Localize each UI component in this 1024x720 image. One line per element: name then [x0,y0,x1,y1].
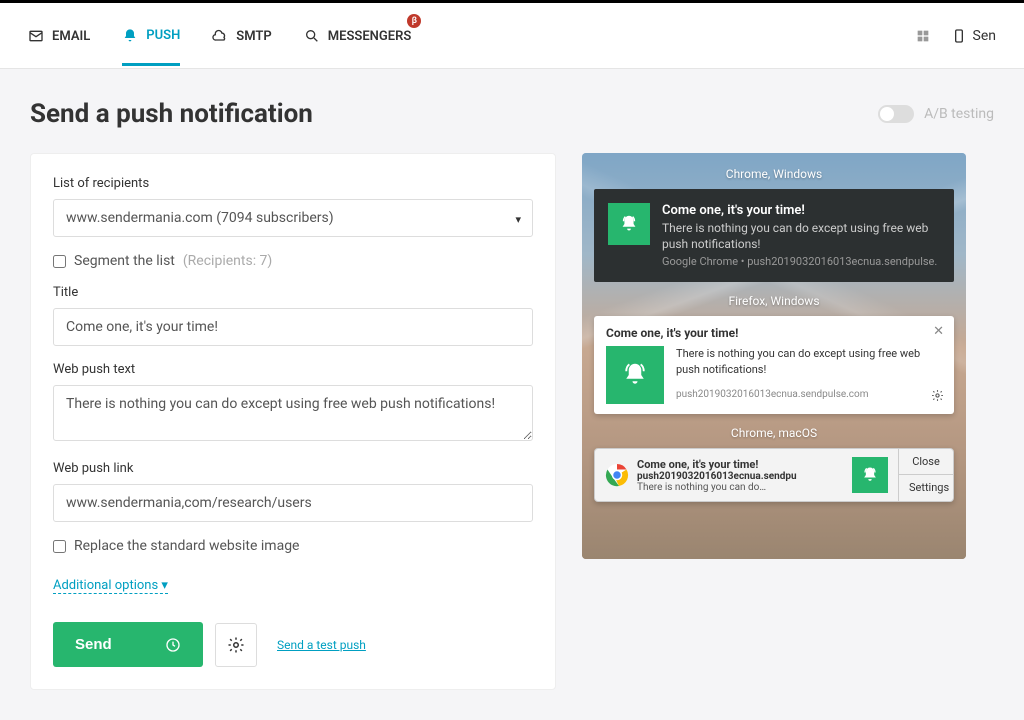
notif-title: Come one, it's your time! [637,458,844,471]
segment-label: Segment the list [74,253,175,269]
firefox-win-label: Firefox, Windows [594,294,954,308]
tab-email[interactable]: EMAIL [28,8,90,63]
bell-icon [122,28,138,44]
replace-image-checkbox[interactable] [53,540,66,553]
notif-icon [852,457,888,493]
additional-options-link[interactable]: Additional options ▾ [53,578,168,594]
notif-source: Google Chrome • push2019032016013ecnua.s… [662,255,940,268]
close-button[interactable]: Close [899,449,953,475]
tab-messengers[interactable]: MESSENGERS β [304,8,412,63]
email-icon [28,28,44,44]
segment-checkbox[interactable] [53,255,66,268]
send-button[interactable]: Send [53,622,203,667]
tab-push[interactable]: PUSH [122,8,180,66]
gear-button[interactable] [215,623,257,667]
title-input[interactable] [53,308,533,346]
mobile-icon [951,28,967,44]
clock-icon [165,637,181,653]
gear-icon[interactable] [931,389,944,406]
cloud-icon [212,28,228,44]
tab-label: PUSH [146,28,180,43]
link-label: Web push link [53,461,533,476]
ab-testing-toggle[interactable]: A/B testing [878,105,994,123]
gift-icon[interactable] [915,28,931,44]
replace-image-label: Replace the standard website image [74,538,299,554]
recipients-label: List of recipients [53,176,533,191]
chrome-mac-label: Chrome, macOS [594,426,954,440]
magnify-icon [304,28,320,44]
notif-body: There is nothing you can do except using… [676,346,942,377]
gear-icon [227,636,245,654]
nav-mobile-item[interactable]: Sen [951,28,996,44]
notif-icon [606,346,664,404]
tab-label: SMTP [236,29,271,44]
segment-suffix: (Recipients: 7) [183,253,272,269]
notif-title: Come one, it's your time! [606,326,942,340]
tab-smtp[interactable]: SMTP [212,8,271,63]
notif-source: push2019032016013ecnua.sendpu [637,471,844,482]
send-label: Send [75,636,112,653]
chrome-mac-preview: Come one, it's your time! push2019032016… [594,448,954,502]
text-label: Web push text [53,362,533,377]
nav-sen-label: Sen [973,28,996,44]
form-panel: List of recipients www.sendermania.com (… [30,153,556,690]
notif-body: There is nothing you can do… [637,482,844,493]
test-push-link[interactable]: Send a test push [277,638,366,652]
preview-panel: Chrome, Windows Come one, it's your time… [582,153,966,559]
link-input[interactable] [53,484,533,522]
text-textarea[interactable]: There is nothing you can do except using… [53,385,533,441]
firefox-win-preview: Come one, it's your time! ✕ There is not… [594,316,954,414]
chrome-icon [605,463,629,487]
recipients-select[interactable]: www.sendermania.com (7094 subscribers) [53,199,533,237]
top-nav: EMAIL PUSH SMTP MESSENGERS β Sen [0,3,1024,69]
chrome-win-label: Chrome, Windows [594,167,954,181]
notif-icon [608,203,650,245]
notif-source: push2019032016013ecnua.sendpulse.com [676,389,942,400]
chrome-win-preview: Come one, it's your time! There is nothi… [594,189,954,282]
title-label: Title [53,285,533,300]
toggle-switch [878,105,914,123]
caret-down-icon: ▾ [515,213,521,226]
settings-button[interactable]: Settings [899,475,953,500]
tab-label: MESSENGERS [328,29,412,44]
ab-label: A/B testing [924,106,994,122]
tab-label: EMAIL [52,29,90,44]
page-title: Send a push notification [30,99,313,129]
close-icon[interactable]: ✕ [933,324,944,339]
notif-title: Come one, it's your time! [662,203,940,218]
beta-badge: β [407,14,421,28]
notif-body: There is nothing you can do except using… [662,220,940,252]
